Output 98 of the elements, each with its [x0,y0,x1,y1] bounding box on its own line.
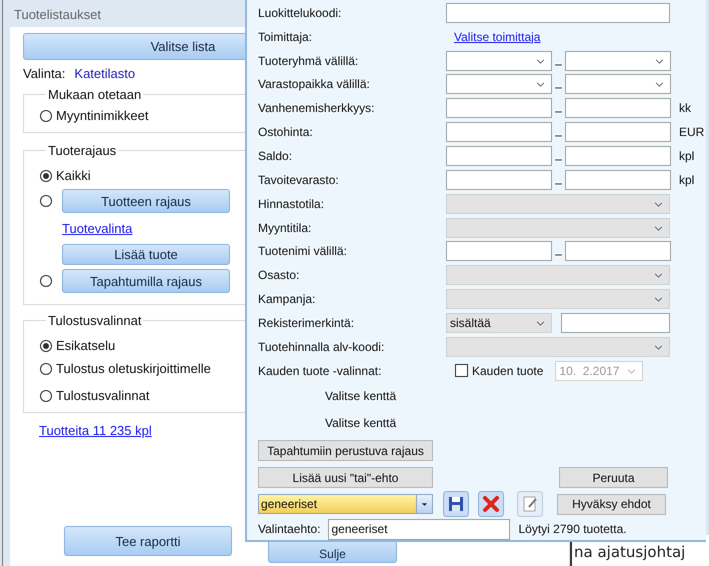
count-link[interactable]: Tuotteita 11 235 kpl [39,423,152,438]
field-prompt[interactable]: Valitse kenttä [325,388,396,403]
range-dash: – [554,246,563,262]
result-text: Löytyi 2790 tuotetta. [518,522,627,536]
chevron-icon [654,202,663,207]
input-field[interactable] [446,98,552,118]
field-label: Vanhenemisherkkyys: [258,101,376,116]
field-label: Hinnastotila: [258,196,326,211]
selection-label: Valinta: [23,66,66,82]
field-label: Saldo: [258,148,294,163]
dropdown[interactable] [446,50,552,71]
event-filter-button[interactable]: Tapahtumiin perustuva rajaus [258,440,433,462]
filter-button[interactable]: Tuotteen rajaus [62,189,230,213]
input-field[interactable] [446,122,552,142]
selection-value: Katetilasto [74,66,136,82]
field-label: Kauden tuote -valinnat: [258,364,382,378]
radio-button[interactable] [40,362,52,374]
accept-button[interactable]: Hyväksy ehdot [557,494,666,515]
unit-label: EUR [679,125,704,140]
dropdown[interactable] [446,194,670,214]
radio-button[interactable] [40,340,52,352]
radio-label: Myyntinimikkeet [56,108,148,123]
input-field[interactable] [565,98,671,118]
chevron-icon [627,368,636,374]
input-field[interactable] [446,2,670,23]
field-label: Tuotehinnalla alv-koodi: [258,340,386,354]
save-icon[interactable] [443,491,469,518]
filter-button[interactable]: Tapahtumilla rajaus [62,269,230,293]
group-title: Tuoterajaus [47,143,118,158]
checkbox-label: Kauden tuote [472,364,544,378]
add-product-button[interactable]: Lisää tuote [62,244,230,264]
chevron-icon [654,226,663,231]
add-or-button[interactable]: Lisää uusi "tai"-ehto [258,467,433,488]
delete-icon[interactable] [478,491,504,518]
radio-label: Esikatselu [56,338,116,353]
range-dash: – [554,150,563,166]
field-label: Luokittelukoodi: [258,6,342,20]
report-button[interactable]: Tee raportti [64,526,232,556]
radio-button[interactable] [40,195,52,207]
dropdown[interactable] [446,336,670,357]
range-dash: – [554,56,563,71]
dropdown[interactable] [565,74,671,94]
unit-label: kpl [679,148,694,163]
saved-filter-dropdown[interactable]: geneeriset [258,494,433,514]
cancel-button[interactable]: Peruuta [559,467,668,488]
radio-label: Kaikki [56,168,91,183]
dropdown[interactable] [446,289,670,310]
dropdown[interactable] [446,218,670,238]
radio-label: Tulostusvalinnat [56,388,150,403]
checkbox[interactable] [455,364,468,378]
product-link[interactable]: Tuotevalinta [62,220,132,236]
group-title: Mukaan otetaan [47,87,142,102]
input-field[interactable] [565,170,671,190]
chevron-icon [655,82,664,88]
chevron-icon [654,297,663,302]
input-field[interactable] [561,312,670,333]
chevron-icon [536,58,545,64]
field-label: Tavoitevarasto: [258,172,340,187]
unit-label: kk [679,101,691,116]
input-field[interactable] [446,170,552,190]
field-label: Rekisterimerkintä: [258,316,356,330]
chevron-icon [536,82,545,88]
range-dash: – [554,174,563,190]
input-field[interactable] [565,122,671,142]
supplier-link[interactable]: Valitse toimittaja [446,30,540,44]
operator-dropdown[interactable]: sisältää [446,312,552,333]
radio-button[interactable] [40,170,52,182]
criterion-label: Valintaehto: [258,522,320,536]
field-label: Tuotenimi välillä: [258,244,348,258]
range-dash: – [554,79,563,94]
input-field[interactable] [565,241,671,262]
range-dash: – [554,103,563,118]
field-label: Osasto: [258,268,300,282]
input-field[interactable] [565,146,671,166]
input-field[interactable] [446,241,552,262]
field-label: Ostohinta: [258,125,314,140]
window-title: Tuotelistaukset [14,7,101,22]
dropdown[interactable] [446,265,670,286]
radio-button[interactable] [40,390,52,402]
input-field[interactable] [446,146,552,166]
radio-button[interactable] [40,110,52,122]
edit-icon[interactable] [517,491,543,518]
field-label: Myyntitila: [258,220,312,235]
criterion-field[interactable]: geneeriset [328,518,510,540]
range-dash: – [554,127,563,142]
unit-label: kpl [679,172,694,187]
field-label: Varastopaikka välillä: [258,77,371,92]
radio-label: Tulostus oletuskirjoittimelle [56,361,211,376]
radio-button[interactable] [40,275,52,287]
dropdown[interactable] [446,74,552,94]
chevron-icon [654,273,663,278]
field-label: Kampanja: [258,292,316,306]
chevron-icon [536,320,545,326]
chevron-icon [654,344,663,350]
field-prompt[interactable]: Valitse kenttä [325,416,396,430]
chevron-icon [655,58,664,64]
group-title: Tulostusvalinnat [47,313,142,328]
dropdown[interactable] [565,50,671,71]
